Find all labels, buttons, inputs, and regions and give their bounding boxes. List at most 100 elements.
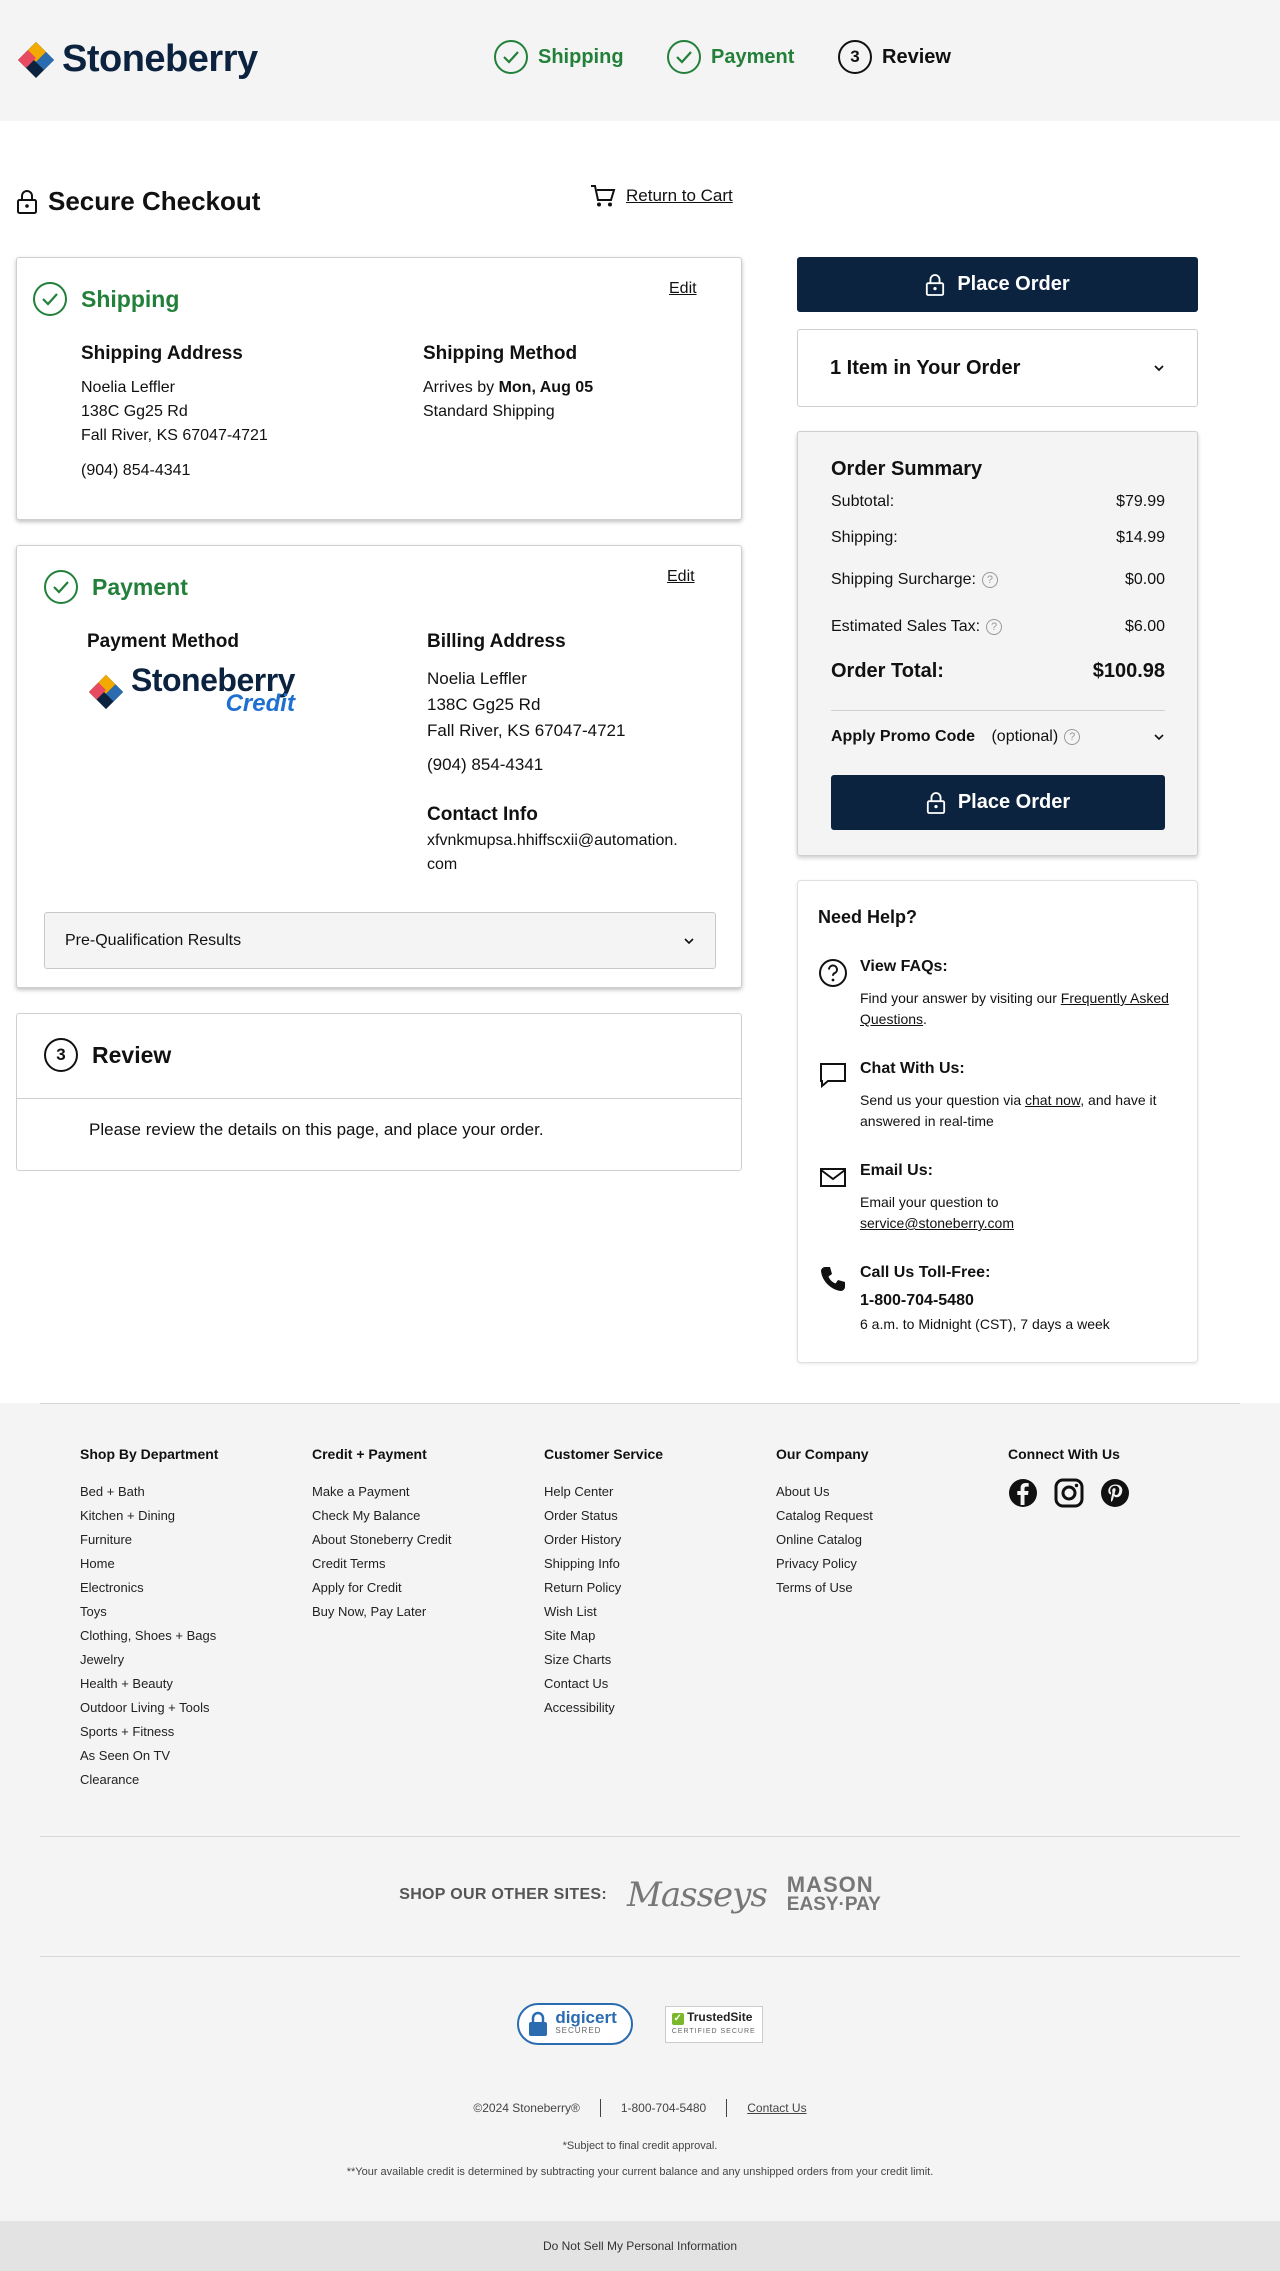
phone-icon — [821, 1267, 845, 1291]
divider — [40, 1403, 1240, 1404]
check-icon — [667, 40, 701, 74]
footer-link[interactable]: Accessibility — [544, 1696, 663, 1720]
footer-link[interactable]: Home — [80, 1552, 218, 1576]
stoneberry-logo[interactable]: Stoneberry — [16, 38, 258, 81]
prequalification-results-toggle[interactable]: Pre-Qualification Results — [44, 912, 716, 969]
facebook-icon[interactable] — [1008, 1478, 1038, 1508]
divider — [831, 710, 1165, 711]
shipping-city: Fall River, KS 67047-4721 — [81, 427, 268, 444]
footer-legal-row: ©2024 Stoneberry® 1-800-704-5480 Contact… — [0, 2099, 1280, 2117]
footer-link[interactable]: As Seen On TV — [80, 1744, 218, 1768]
instagram-icon[interactable] — [1054, 1478, 1084, 1508]
footer-link[interactable]: Sports + Fitness — [80, 1720, 218, 1744]
step-label: Review — [882, 45, 951, 68]
email-help-item: Email Us: Email your question to service@… — [818, 1162, 1178, 1242]
footer-link[interactable]: Terms of Use — [776, 1576, 873, 1600]
shipping-name: Noelia Leffler — [81, 379, 175, 396]
footer-link[interactable]: Online Catalog — [776, 1528, 873, 1552]
sales-tax-label: Estimated Sales Tax: — [831, 618, 981, 635]
other-sites-label: SHOP OUR OTHER SITES: — [399, 1886, 608, 1903]
footer-link[interactable]: Health + Beauty — [80, 1672, 218, 1696]
check-icon — [44, 570, 78, 604]
digicert-badge[interactable]: digicert SECURED — [517, 2003, 633, 2045]
chat-now-link[interactable]: chat now — [1025, 1092, 1080, 1108]
footer-column-our-company: Our Company About Us Catalog Request Onl… — [776, 1446, 873, 1600]
footer-link[interactable]: Electronics — [80, 1576, 218, 1600]
subtotal-value: $79.99 — [1116, 493, 1165, 510]
help-icon[interactable]: ? — [981, 572, 998, 588]
return-to-cart-link[interactable]: Return to Cart — [590, 184, 733, 208]
footer-link[interactable]: Check My Balance — [312, 1504, 451, 1528]
masseys-logo[interactable]: Masseys — [627, 1875, 768, 1915]
footer-link[interactable]: Bed + Bath — [80, 1480, 218, 1504]
chevron-down-icon — [1154, 365, 1164, 372]
footer-link[interactable]: Privacy Policy — [776, 1552, 873, 1576]
order-items-toggle[interactable]: 1 Item in Your Order — [797, 329, 1198, 407]
pinterest-icon[interactable] — [1100, 1478, 1130, 1508]
footer-link[interactable]: Shipping Info — [544, 1552, 663, 1576]
support-email-link[interactable]: service@stoneberry.com — [860, 1215, 1014, 1231]
step-review: 3 Review — [838, 40, 951, 74]
help-icon[interactable]: ? — [1064, 729, 1081, 745]
footer-contact-link[interactable]: Contact Us — [747, 2101, 806, 2115]
edit-shipping-button[interactable]: Edit — [669, 280, 697, 298]
footer-link[interactable]: Contact Us — [544, 1672, 663, 1696]
place-order-button-secondary[interactable]: Place Order — [831, 775, 1165, 830]
footer-link[interactable]: Make a Payment — [312, 1480, 451, 1504]
contact-info-heading: Contact Info — [427, 804, 538, 825]
support-hours: 6 a.m. to Midnight (CST), 7 days a week — [860, 1316, 1110, 1332]
footer-link[interactable]: Buy Now, Pay Later — [312, 1600, 451, 1624]
mason-easy-pay-logo[interactable]: MASON EASY·PAY — [787, 1874, 881, 1915]
footer-link[interactable]: Apply for Credit — [312, 1576, 451, 1600]
review-title-text: Review — [92, 1041, 172, 1068]
footer-link[interactable]: Order History — [544, 1528, 663, 1552]
help-icon[interactable]: ? — [986, 619, 1003, 635]
footer-link[interactable]: Credit Terms — [312, 1552, 451, 1576]
copyright: ©2024 Stoneberry® — [473, 2101, 580, 2115]
do-not-sell-link[interactable]: Do Not Sell My Personal Information — [0, 2221, 1280, 2271]
footer-link[interactable]: Site Map — [544, 1624, 663, 1648]
billing-address: Noelia Leffler 138C Gg25 Rd Fall River, … — [427, 666, 625, 744]
other-sites: SHOP OUR OTHER SITES: Masseys MASON EASY… — [0, 1874, 1280, 1916]
trustedsite-badge[interactable]: ✓ TrustedSite CERTIFIED SECURE — [664, 2005, 763, 2043]
shipping-method-heading: Shipping Method — [423, 343, 578, 364]
step-payment: Payment — [667, 40, 794, 74]
divider — [17, 1098, 741, 1099]
footer-link[interactable]: Return Policy — [544, 1576, 663, 1600]
footer-phone[interactable]: 1-800-704-5480 — [621, 2101, 706, 2115]
footer-column-heading: Our Company — [776, 1446, 869, 1462]
footer-link[interactable]: Jewelry — [80, 1648, 218, 1672]
footer-link[interactable]: About Us — [776, 1480, 873, 1504]
footer-link[interactable]: Wish List — [544, 1600, 663, 1624]
footer-link[interactable]: Clothing, Shoes + Bags — [80, 1624, 218, 1648]
step-label: Payment — [711, 45, 795, 68]
payment-section: Payment Edit Payment Method Stoneberry C… — [16, 545, 742, 988]
stoneberry-credit-logo-mark-icon — [88, 674, 124, 710]
check-icon — [33, 282, 67, 316]
credit-logo-brand: Stoneberry — [131, 662, 295, 698]
call-text: 1-800-704-5480 6 a.m. to Midnight (CST),… — [860, 1288, 1178, 1335]
place-order-button[interactable]: Place Order — [797, 257, 1198, 312]
arrival-date: Arrives by Mon, Aug 05 — [423, 379, 594, 396]
footer-link[interactable]: Toys — [80, 1600, 218, 1624]
shipping-surcharge-label: Shipping Surcharge: — [831, 571, 976, 588]
shipping-row: Shipping: $14.99 — [831, 529, 1165, 547]
promo-code-toggle[interactable]: Apply Promo Code (optional)? — [831, 728, 1165, 746]
footer-link[interactable]: Size Charts — [544, 1648, 663, 1672]
footer-link[interactable]: Furniture — [80, 1528, 218, 1552]
chat-help-item: Chat With Us: Send us your question via … — [818, 1060, 1178, 1140]
footer-link[interactable]: Order Status — [544, 1504, 663, 1528]
support-phone-number[interactable]: 1-800-704-5480 — [860, 1288, 1178, 1314]
shipping-surcharge-value: $0.00 — [1124, 571, 1165, 588]
footer-link[interactable]: Kitchen + Dining — [80, 1504, 218, 1528]
edit-payment-button[interactable]: Edit — [667, 568, 695, 586]
footer-link[interactable]: Clearance — [80, 1768, 218, 1792]
chat-heading: Chat With Us: — [860, 1060, 965, 1077]
footer-link[interactable]: About Stoneberry Credit — [312, 1528, 451, 1552]
return-to-cart-label[interactable]: Return to Cart — [626, 186, 733, 206]
footer-link[interactable]: Help Center — [544, 1480, 663, 1504]
footer-link[interactable]: Outdoor Living + Tools — [80, 1696, 218, 1720]
billing-address-heading: Billing Address — [427, 631, 566, 652]
envelope-icon — [820, 1168, 846, 1187]
footer-link[interactable]: Catalog Request — [776, 1504, 873, 1528]
